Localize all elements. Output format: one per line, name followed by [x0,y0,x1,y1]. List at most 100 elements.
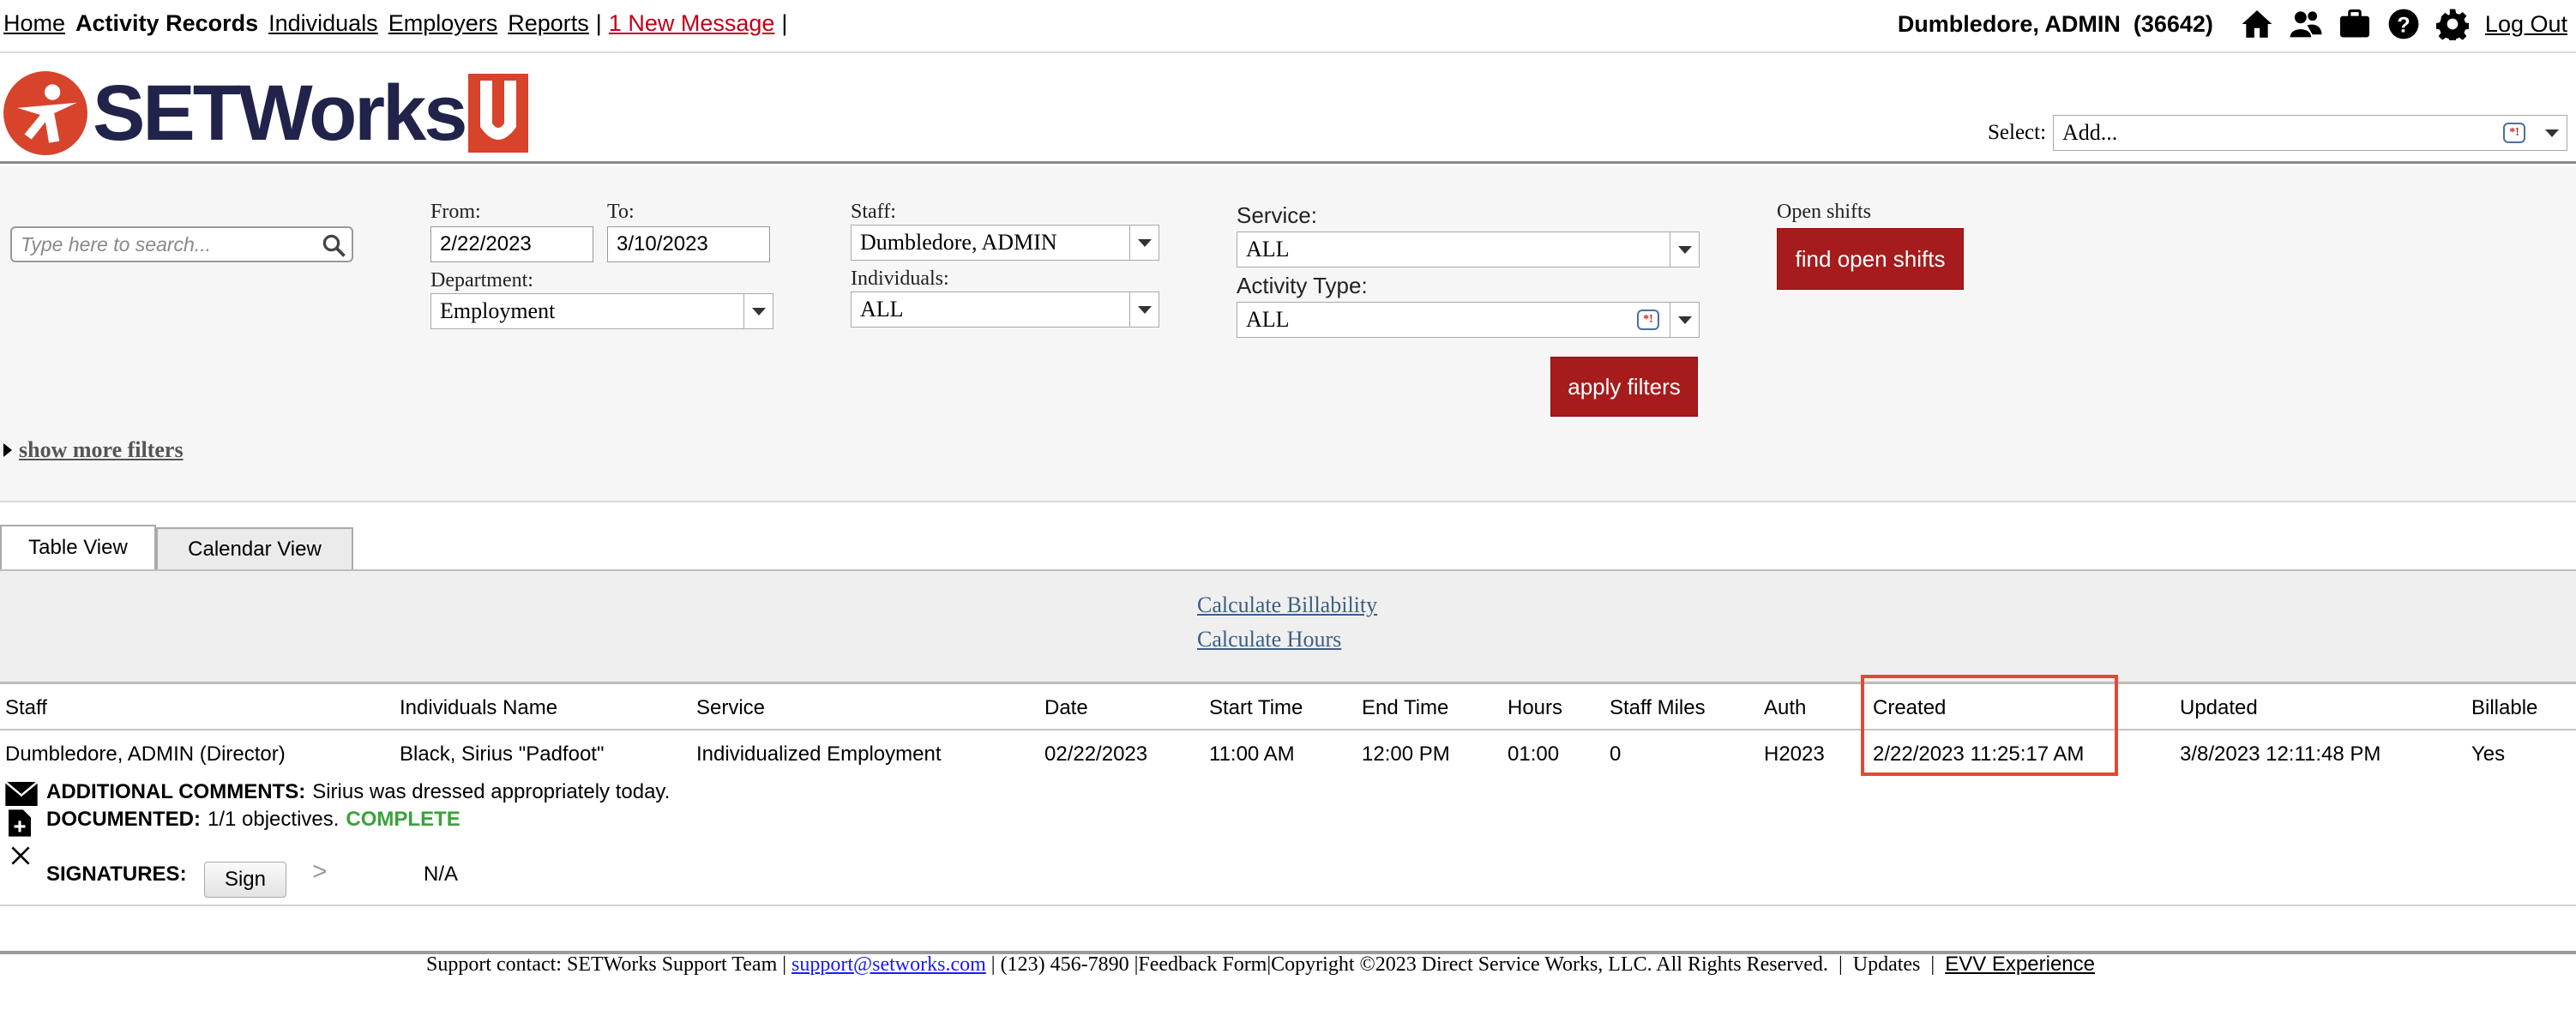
briefcase-icon[interactable] [2338,7,2372,41]
individuals-select[interactable]: ALL [851,292,1159,328]
nav-activity-records[interactable]: Activity Records [75,10,258,37]
service-label: Service: [1237,202,1317,228]
show-more-filters-label: show more filters [19,437,184,462]
flag-icon: *! [2503,123,2526,143]
col-header-billable[interactable]: Billable [2471,696,2537,720]
evv-experience-link[interactable]: EVV Experience [1945,953,2095,977]
table-row[interactable]: Dumbledore, ADMIN (Director) Black, Siri… [0,732,2576,775]
col-header-end-time[interactable]: End Time [1362,696,1448,720]
people-icon[interactable] [2289,7,2323,41]
top-nav: Home Activity Records Individuals Employ… [0,0,2576,53]
logo-u-icon: U [468,74,529,153]
search-icon[interactable] [321,232,346,258]
chevron-down-icon[interactable] [1670,303,1699,337]
current-user: Dumbledore, ADMIN (36642) [1897,10,2213,37]
cell-billable: Yes [2471,742,2506,766]
search-input[interactable] [12,228,304,261]
show-more-filters-toggle[interactable]: show more filters [3,437,184,463]
calculate-billability-link[interactable]: Calculate Billability [1197,588,1377,622]
sign-button[interactable]: Sign [204,862,286,898]
open-shifts-label: Open shifts [1777,201,1871,223]
documented-status: COMPLETE [346,808,460,831]
calculate-hours-link[interactable]: Calculate Hours [1197,622,1377,657]
activity-type-value: ALL [1246,307,1290,332]
to-date-input[interactable]: 3/10/2023 [607,226,770,262]
envelope-icon[interactable] [5,782,38,806]
chevron-down-icon[interactable] [1670,232,1699,267]
gear-icon[interactable] [2435,7,2470,41]
cell-hours: 01:00 [1508,742,1560,766]
chevron-down-icon[interactable] [1129,225,1159,260]
cell-staff: Dumbledore, ADMIN (Director) [5,742,286,766]
col-header-updated[interactable]: Updated [2180,696,2258,720]
col-header-auth[interactable]: Auth [1764,696,1806,720]
created-column-highlight [1861,675,2118,776]
caret-right-icon [3,443,12,457]
home-icon[interactable] [2240,7,2274,41]
calculation-band: Calculate Billability Calculate Hours [0,569,2576,684]
from-date-input[interactable]: 2/22/2023 [430,226,593,262]
nav-separator: | [595,10,602,36]
chevron-down-icon[interactable] [743,294,773,328]
user-nav: Dumbledore, ADMIN (36642) ? Log Out [1898,7,2567,41]
close-icon[interactable] [10,845,31,866]
chevron-down-icon[interactable] [2537,116,2567,150]
col-header-staff-miles[interactable]: Staff Miles [1610,696,1706,720]
documented-label: DOCUMENTED: [46,808,201,831]
add-document-icon[interactable] [9,809,31,837]
col-header-date[interactable]: Date [1044,696,1088,720]
col-header-hours[interactable]: Hours [1508,696,1562,720]
svg-text:?: ? [2397,14,2410,38]
view-tabs: Table View Calendar View [0,525,353,569]
nav-reports[interactable]: Reports [508,10,589,37]
service-value: ALL [1246,237,1290,262]
chevron-right-icon: > [312,857,328,886]
support-email-link[interactable]: support@setworks.com [791,953,986,977]
new-message-link[interactable]: 1 New Message [609,10,775,37]
nav-individuals[interactable]: Individuals [268,10,378,37]
staff-select[interactable]: Dumbledore, ADMIN [851,225,1159,261]
cell-start-time: 11:00 AM [1209,742,1295,766]
col-header-start-time[interactable]: Start Time [1209,696,1303,720]
service-select[interactable]: ALL [1237,231,1700,268]
add-select: Select: Add... *! [1988,115,2568,151]
department-value: Employment [440,298,556,323]
footer-separator: | [1930,953,1935,976]
col-header-individuals-name[interactable]: Individuals Name [400,696,557,720]
nav-home[interactable]: Home [3,10,65,37]
col-header-staff[interactable]: Staff [5,696,47,720]
cell-auth: H2023 [1764,742,1825,766]
documented-value: 1/1 objectives. [208,808,340,831]
tab-calendar-view[interactable]: Calendar View [156,527,353,569]
logo-text: SETWorks [93,69,467,157]
nav-employers[interactable]: Employers [388,10,498,37]
to-label: To: [607,201,635,223]
row-divider [0,905,2576,906]
support-text: Support contact: SETWorks Support Team | [426,953,787,976]
cell-end-time: 12:00 PM [1362,742,1450,766]
signatures-label: SIGNATURES: [46,863,187,886]
apply-filters-button[interactable]: apply filters [1550,357,1698,417]
staff-value: Dumbledore, ADMIN [860,230,1057,255]
updates-link[interactable]: Updates [1853,953,1921,977]
department-label: Department: [430,269,533,292]
tab-table-view[interactable]: Table View [0,525,156,569]
col-header-service[interactable]: Service [696,696,765,720]
app-header: SETWorks U Select: Add... *! [0,53,2576,164]
activity-type-select[interactable]: ALL *! [1237,302,1700,338]
logout-link[interactable]: Log Out [2485,11,2567,38]
setworks-logo[interactable]: SETWorks U [2,69,529,157]
footer-info-text: | (123) 456-7890 |Feedback Form|Copyrigh… [990,953,1828,976]
help-icon[interactable]: ? [2386,7,2421,41]
individuals-label: Individuals: [851,268,949,290]
department-select[interactable]: Employment [430,293,773,329]
search-box [10,226,353,262]
cell-staff-miles: 0 [1610,742,1622,766]
from-label: From: [430,201,481,223]
find-open-shifts-button[interactable]: find open shifts [1777,228,1964,290]
main-nav: Home Activity Records Individuals Employ… [3,10,797,37]
table-header: Staff Individuals Name Service Date Star… [0,684,2576,730]
add-select-dropdown[interactable]: Add... *! [2053,115,2568,151]
filter-panel: From: 2/22/2023 To: 3/10/2023 Department… [0,166,2576,502]
chevron-down-icon[interactable] [1129,292,1159,327]
